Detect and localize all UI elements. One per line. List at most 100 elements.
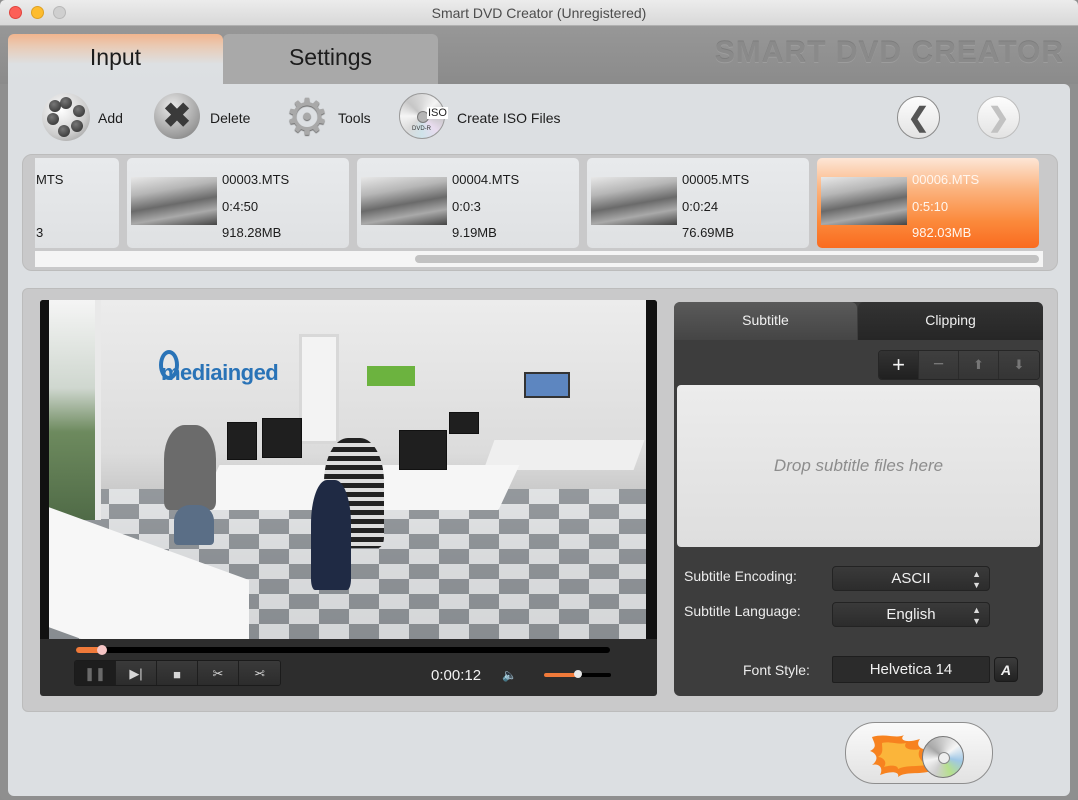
font-style-label: Font Style:: [743, 662, 810, 678]
video-thumbnail: [591, 177, 677, 225]
file-card[interactable]: 00003.MTS 0:4:50 918.28MB: [127, 158, 349, 248]
subtitle-toolbar: + − ⬆ ⬇: [878, 350, 1040, 380]
file-card[interactable]: 00004.MTS 0:0:3 9.19MB: [357, 158, 579, 248]
add-subtitle-button[interactable]: +: [879, 351, 919, 379]
language-label: Subtitle Language:: [684, 603, 801, 619]
volume-level: [544, 673, 578, 677]
file-name: 00005.MTS: [682, 172, 750, 187]
step-forward-icon: ▶|: [129, 666, 143, 681]
seek-bar-handle[interactable]: [97, 645, 108, 655]
file-duration: 0:5:10: [912, 199, 949, 214]
file-card-selected[interactable]: 00006.MTS 0:5:10 982.03MB: [817, 158, 1039, 248]
file-list-viewport: MTS 3 00003.MTS 0:4:50 918.28MB 00004.MT…: [35, 158, 1043, 254]
stepper-arrows-icon: ▲ ▼: [972, 605, 981, 626]
file-size: 9.19MB: [452, 225, 497, 240]
move-down-button[interactable]: ⬇: [999, 351, 1039, 379]
font-icon: A: [1000, 661, 1012, 678]
tools-label: Tools: [338, 110, 371, 126]
previous-button[interactable]: ❮: [897, 96, 940, 139]
chevron-left-icon: ❮: [907, 102, 930, 132]
title-bar: Smart DVD Creator (Unregistered): [0, 0, 1078, 26]
file-name: 00003.MTS: [222, 172, 290, 187]
font-style-field: Helvetica 14: [832, 656, 990, 683]
tab-subtitle[interactable]: Subtitle: [674, 302, 857, 340]
file-list: MTS 3 00003.MTS 0:4:50 918.28MB 00004.MT…: [22, 154, 1058, 271]
iso-badge: ISO: [427, 107, 448, 119]
tools-button[interactable]: ⚙ Tools: [282, 92, 371, 142]
volume-icon[interactable]: 🔈: [502, 668, 517, 682]
create-iso-button[interactable]: ISO DVD-R Create ISO Files: [399, 93, 561, 143]
video-frame: mediainged: [49, 300, 646, 639]
seek-bar[interactable]: [76, 645, 610, 655]
delete-button[interactable]: ✖ Delete: [154, 93, 251, 143]
minus-icon: −: [932, 354, 945, 375]
next-button[interactable]: ❯: [977, 96, 1020, 139]
dvd-disc-icon: [922, 736, 964, 778]
file-size: 76.69MB: [682, 225, 735, 240]
stop-icon: ■: [173, 666, 181, 682]
playback-time: 0:00:12: [431, 667, 482, 684]
file-name: 00004.MTS: [452, 172, 520, 187]
volume-handle[interactable]: [573, 670, 582, 678]
scrollbar-thumb[interactable]: [415, 255, 1039, 263]
create-iso-label: Create ISO Files: [457, 110, 561, 126]
subtitle-dropzone[interactable]: Drop subtitle files here: [677, 385, 1040, 547]
encoding-select[interactable]: ASCII ▲ ▼: [832, 566, 990, 591]
file-name: 00006.MTS: [912, 172, 980, 187]
remove-subtitle-button[interactable]: −: [919, 351, 959, 379]
stepper-arrows-icon: ▲ ▼: [972, 569, 981, 590]
film-reel-icon: [42, 93, 92, 143]
dropzone-text: Drop subtitle files here: [773, 456, 944, 475]
main-tab-bar: Input Settings SMART DVD CREATOR: [0, 26, 1078, 84]
dvd-iso-icon: ISO DVD-R: [399, 93, 449, 143]
tab-settings[interactable]: Settings: [223, 34, 438, 84]
arrow-down-icon: ⬇: [1013, 357, 1025, 372]
file-name: MTS: [36, 172, 64, 187]
tab-clipping[interactable]: Clipping: [858, 302, 1043, 340]
add-label: Add: [98, 110, 123, 126]
file-size: 918.28MB: [222, 225, 282, 240]
scissors-icon: ✂: [212, 666, 224, 681]
file-duration: 0:0:24: [682, 199, 719, 214]
editor-area: mediainged ❚❚ ▶| ■ ✂ ✂ 0:00:12 🔈 Subtitl…: [22, 288, 1058, 712]
playback-controls: ❚❚ ▶| ■ ✂ ✂: [74, 660, 281, 686]
arrow-up-icon: ⬆: [973, 357, 984, 372]
video-preview: mediainged: [40, 300, 657, 639]
subtitle-panel: Subtitle Clipping + − ⬆ ⬇ Drop subtitle …: [674, 302, 1043, 696]
font-picker-button[interactable]: A: [994, 657, 1018, 682]
video-player: mediainged ❚❚ ▶| ■ ✂ ✂ 0:00:12 🔈: [40, 300, 657, 696]
video-thumbnail: [131, 177, 217, 225]
burn-dvd-button[interactable]: [845, 722, 993, 784]
file-card[interactable]: MTS 3: [35, 158, 119, 248]
add-button[interactable]: Add: [42, 93, 123, 143]
plus-icon: +: [892, 352, 905, 377]
file-size: 982.03MB: [912, 225, 972, 240]
delete-x-icon: ✖: [154, 93, 204, 143]
horizontal-scrollbar[interactable]: [35, 251, 1043, 267]
tab-input[interactable]: Input: [8, 34, 223, 84]
font-style-value: Helvetica 14: [869, 661, 953, 678]
encoding-label: Subtitle Encoding:: [684, 568, 797, 584]
move-up-button[interactable]: ⬆: [959, 351, 999, 379]
pause-button[interactable]: ❚❚: [75, 661, 116, 685]
scissors-reversed-icon: ✂: [254, 666, 265, 681]
file-duration: 0:0:3: [452, 199, 481, 214]
file-card[interactable]: 00005.MTS 0:0:24 76.69MB: [587, 158, 809, 248]
delete-label: Delete: [210, 110, 251, 126]
volume-slider[interactable]: [544, 670, 611, 678]
app-window: Smart DVD Creator (Unregistered) Input S…: [0, 0, 1078, 800]
video-logo-text: mediainged: [161, 360, 279, 385]
cut-end-button[interactable]: ✂: [239, 661, 280, 685]
file-duration: 0:4:50: [222, 199, 259, 214]
encoding-value: ASCII: [891, 570, 931, 587]
next-frame-button[interactable]: ▶|: [116, 661, 157, 685]
pause-icon: ❚❚: [84, 666, 106, 681]
video-thumbnail: [361, 177, 447, 225]
brand-watermark: SMART DVD CREATOR: [714, 36, 1064, 69]
chevron-right-icon: ❯: [987, 102, 1010, 132]
cut-start-button[interactable]: ✂: [198, 661, 239, 685]
file-size: 3: [36, 225, 44, 240]
stop-button[interactable]: ■: [157, 661, 198, 685]
language-select[interactable]: English ▲ ▼: [832, 602, 990, 627]
input-content: Add ✖ Delete ⚙ Tools ISO DVD-R Create IS…: [8, 84, 1070, 796]
